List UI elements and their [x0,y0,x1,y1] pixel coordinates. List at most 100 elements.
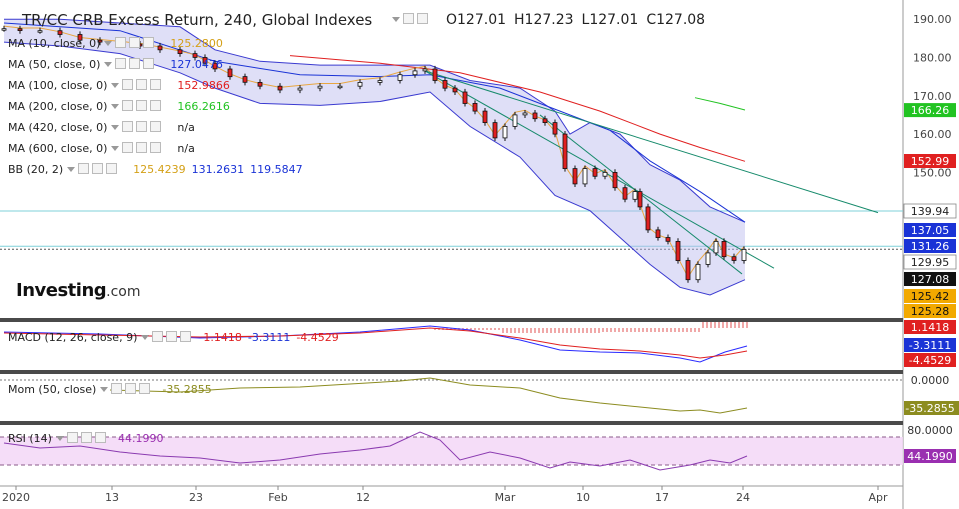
price-tick-label: 190.00 [913,13,952,26]
close-icon[interactable] [150,100,162,111]
candle [397,74,403,81]
close-icon[interactable] [143,58,155,69]
close-icon[interactable] [139,383,151,394]
indicator-ma10[interactable]: MA (10, close, 0) 125.2800 [8,37,223,50]
logo-text: Investing [16,280,107,301]
indicator-label: Mom (50, close) [8,383,97,396]
settings-icon[interactable] [166,331,178,342]
settings-icon[interactable] [417,13,428,24]
candle [632,191,638,200]
visibility-icon[interactable] [152,331,164,342]
price-badge-label: 131.26 [911,240,950,253]
chevron-down-icon[interactable] [55,436,64,441]
close-icon[interactable] [143,37,155,48]
visibility-icon[interactable] [111,383,123,394]
settings-icon[interactable] [80,432,92,443]
settings-icon[interactable] [136,100,148,111]
mom-legend[interactable]: Mom (50, close) -35.2855 [8,383,212,396]
candle [422,68,428,72]
chevron-down-icon[interactable] [111,104,120,109]
title-controls[interactable] [388,12,428,26]
chevron-down-icon[interactable] [104,41,113,46]
chevron-down-icon[interactable] [111,83,120,88]
candle [432,68,438,81]
candle [713,240,719,254]
price-badge-label: 139.94 [911,205,950,218]
candle [452,87,458,93]
settings-icon[interactable] [136,142,148,153]
chevron-down-icon[interactable] [111,125,120,130]
mom-badge-label: -35.2855 [905,402,954,415]
indicator-ma600[interactable]: MA (600, close, 0) n/a [8,142,195,155]
settings-icon[interactable] [129,58,141,69]
price-tick-label: 150.00 [913,166,952,179]
pane-separator [0,421,903,425]
candle [257,82,263,87]
candle [297,87,303,91]
close-icon[interactable] [150,79,162,90]
close-icon[interactable] [180,331,192,342]
indicator-ma420[interactable]: MA (420, close, 0) n/a [8,121,195,134]
chevron-down-icon[interactable] [100,387,109,392]
candle [552,122,558,135]
indicator-ma50[interactable]: MA (50, close, 0) 127.0476 [8,58,223,71]
pane-separator [0,370,903,374]
indicator-label: MA (200, close, 0) [8,100,108,113]
visibility-icon[interactable] [122,100,134,111]
visibility-icon[interactable] [122,121,134,132]
visibility-icon[interactable] [122,79,134,90]
candle [357,82,363,87]
price-badge-label: 127.08 [911,273,950,286]
indicator-ma200[interactable]: MA (200, close, 0) 166.2616 [8,100,230,113]
indicator-ma100[interactable]: MA (100, close, 0) 152.9866 [8,79,230,92]
indicator-value: 166.2616 [177,100,230,113]
settings-icon[interactable] [136,121,148,132]
visibility-icon[interactable] [403,13,414,24]
time-tick-label: 24 [736,491,750,504]
settings-icon[interactable] [92,163,104,174]
logo-suffix: .com [106,284,141,300]
visibility-icon[interactable] [115,37,127,48]
visibility-icon[interactable] [78,163,90,174]
close-icon[interactable] [94,432,106,443]
candle [37,30,43,33]
indicator-label: MA (600, close, 0) [8,142,108,155]
candle [731,256,737,261]
indicator-label: MA (100, close, 0) [8,79,108,92]
indicator-label: MA (420, close, 0) [8,121,108,134]
macd-badge-label: 1.1418 [911,321,950,334]
indicator-bb[interactable]: BB (20, 2) 125.4239 131.2631 119.5847 [8,163,303,176]
chevron-down-icon[interactable] [67,167,76,172]
settings-icon[interactable] [125,383,137,394]
rsi-value: 44.1990 [117,432,164,445]
visibility-icon[interactable] [115,58,127,69]
price-tick-label: 160.00 [913,128,952,141]
indicator-label: MA (50, close, 0) [8,58,101,71]
settings-icon[interactable] [129,37,141,48]
candle [227,68,233,78]
indicator-value: 125.2800 [170,37,223,50]
indicator-value: 152.9866 [177,79,230,92]
candle [522,112,528,116]
chevron-down-icon[interactable] [141,335,150,340]
chevron-down-icon[interactable] [111,146,120,151]
candle [622,187,628,200]
visibility-icon[interactable] [66,432,78,443]
mom-value: -35.2855 [162,383,212,396]
chevron-down-icon[interactable] [104,62,113,67]
macd-line-value: -3.3111 [247,331,291,344]
candle [242,76,248,83]
macd-legend[interactable]: MACD (12, 26, close, 9) 1.1418 -3.3111 -4.4… [8,331,339,344]
pane-separator [0,318,903,322]
close-icon[interactable] [150,142,162,153]
chevron-down-icon[interactable] [392,17,400,22]
close-icon[interactable] [150,121,162,132]
settings-icon[interactable] [136,79,148,90]
candle [412,70,418,76]
mom-badge-label: 0.0000 [911,374,950,387]
visibility-icon[interactable] [122,142,134,153]
candle [277,85,283,91]
rsi-legend[interactable]: RSI (14) 44.1990 [8,432,163,445]
time-tick-label: 2020 [2,491,30,504]
close-icon[interactable] [106,163,118,174]
